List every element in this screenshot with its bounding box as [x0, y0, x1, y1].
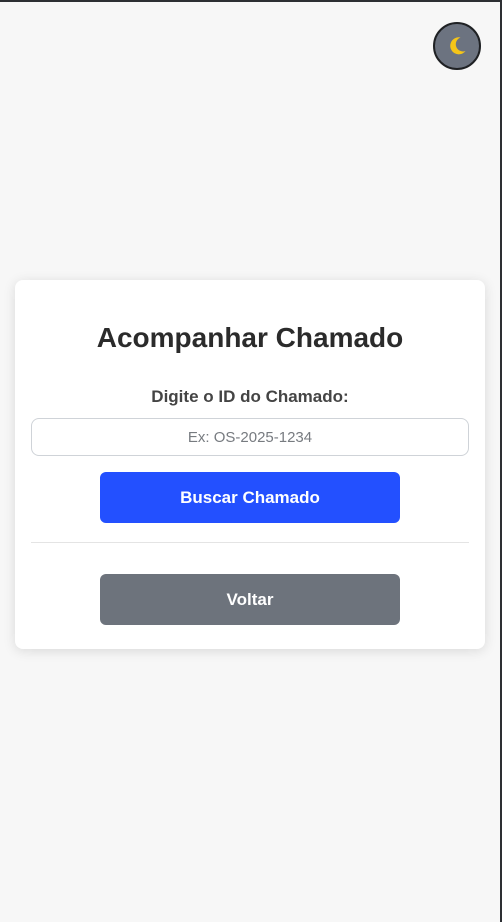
theme-toggle-button[interactable]	[433, 22, 481, 70]
ticket-id-input[interactable]	[31, 418, 469, 456]
page-title: Acompanhar Chamado	[96, 322, 404, 353]
divider	[31, 542, 469, 543]
search-ticket-button[interactable]: Buscar Chamado	[100, 472, 400, 523]
ticket-lookup-card: Acompanhar Chamado Digite o ID do Chamad…	[15, 280, 485, 649]
moon-icon	[445, 34, 469, 58]
ticket-id-label: Digite o ID do Chamado:	[151, 387, 349, 406]
back-button[interactable]: Voltar	[100, 574, 400, 625]
